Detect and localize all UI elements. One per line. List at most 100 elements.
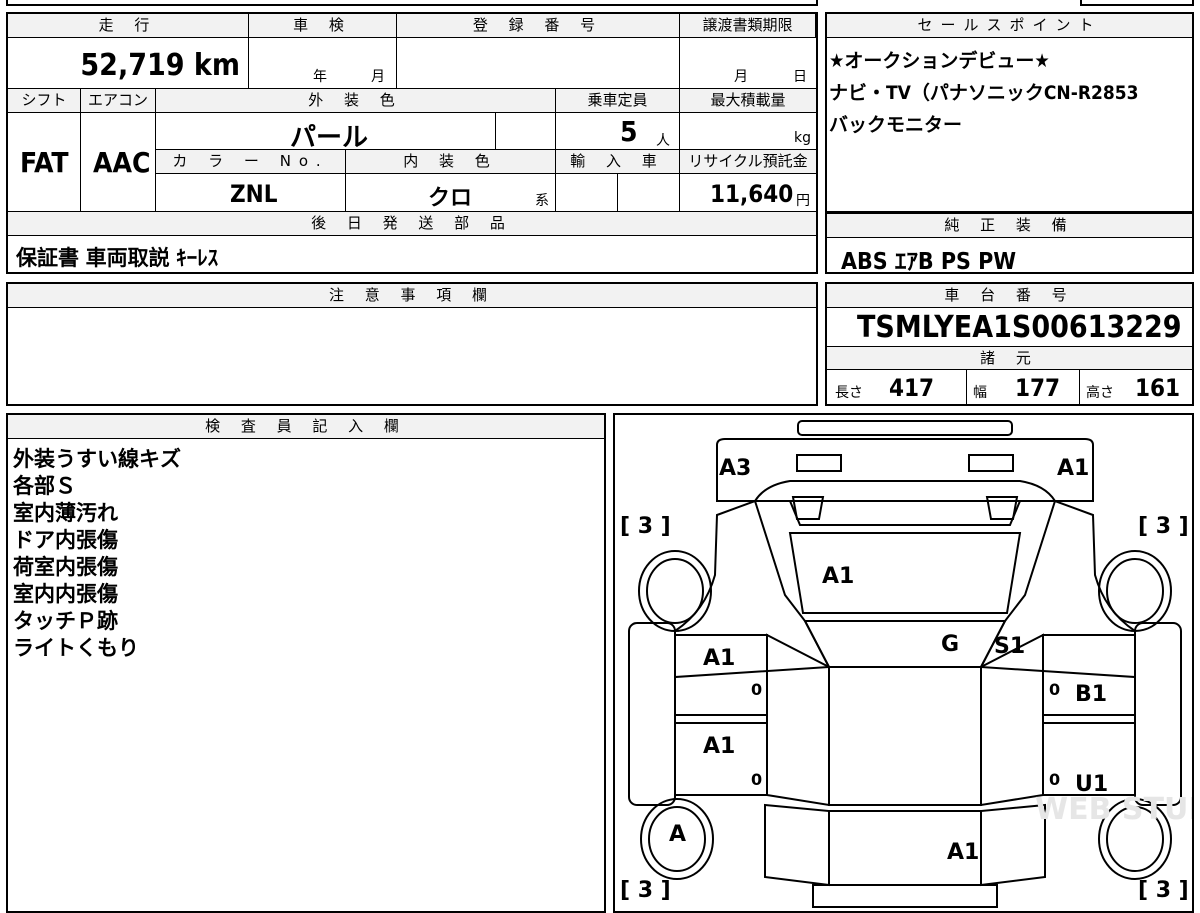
zero-mark-1: 0 [751, 680, 762, 699]
front-left-door-code: A1 [703, 646, 735, 671]
damage-diagram-box: WEB STUDIO PRO A3 A1 A1 G S1 A1 A1 B1 U1… [613, 413, 1194, 913]
rear-bumper-shape [812, 884, 998, 908]
width-label: 幅 [973, 385, 987, 401]
inspector-note-6: 室内内張傷 [13, 582, 118, 606]
front-plate-shape [797, 420, 1013, 436]
tread-rear-left: [ 3 ] [620, 878, 671, 903]
import-cell-b [618, 174, 680, 212]
aircon-label: エアコン [81, 89, 156, 113]
inspection-year: 年 [313, 69, 327, 85]
color-no-label: カ ラ ー No. [156, 150, 346, 174]
transfer-day: 日 [793, 69, 807, 85]
zero-mark-2: 0 [751, 770, 762, 789]
bumper-left-code: A3 [719, 456, 751, 481]
capacity-label: 乗車定員 [556, 89, 680, 113]
recycle-unit: 円 [796, 193, 810, 209]
grille-shape [789, 500, 1021, 526]
chassis-no-value: TSMLYEA1S00613229 [857, 310, 1182, 345]
color-no-value: ZNL [230, 180, 278, 208]
sales-points-label: セールスポイント [827, 14, 1192, 38]
tread-rear-right: [ 3 ] [1138, 878, 1189, 903]
front-right-door-extra-code: B1 [1075, 682, 1107, 707]
mileage-value: 52,719 km [80, 48, 240, 83]
sales-point-3: バックモニター [829, 114, 963, 136]
rear-left-door-code: A1 [703, 734, 735, 759]
left-pillar-shape [766, 633, 830, 807]
pillar-code: S1 [994, 634, 1025, 659]
specs-label: 諸 元 [827, 346, 1192, 370]
front-bumper-shape [716, 438, 1094, 502]
left-front-fender-shape [674, 499, 831, 679]
bumper-right-code: A1 [1057, 456, 1089, 481]
height-label: 高さ [1086, 385, 1114, 401]
rear-right-door-code: U1 [1075, 772, 1108, 797]
mileage-label: 走 行 [8, 14, 249, 38]
max-load-unit: kg [794, 130, 811, 146]
capacity-unit: 人 [656, 133, 670, 149]
sales-point-1: ★オークションデビュー★ [829, 50, 1050, 72]
zero-mark-4: 0 [1049, 770, 1060, 789]
deferred-parts-label: 後 日 発 送 部 品 [8, 212, 816, 236]
width-value: 177 [1015, 374, 1061, 402]
right-pillar-shape [980, 633, 1044, 807]
sales-points-box: セールスポイント ★オークションデビュー★ ナビ・TV（パナソニックCN-R28… [825, 12, 1194, 213]
top-strip [6, 0, 818, 6]
rear-left-wheel-code: A [669, 822, 686, 847]
exterior-color-label: 外 装 色 [156, 89, 556, 113]
transfer-month: 月 [734, 69, 748, 85]
watermark: WEB STUDIO PRO [1035, 792, 1192, 827]
tread-front-left: [ 3 ] [620, 514, 671, 539]
front-right-wheel-shape [1098, 550, 1172, 632]
exterior-color-value: パール [290, 123, 369, 153]
roof-shape [828, 666, 982, 806]
right-step-shape [1134, 622, 1182, 806]
zero-mark-3: 0 [1049, 680, 1060, 699]
import-cell-a [556, 174, 618, 212]
interior-color-value: クロ [428, 186, 473, 211]
genuine-equipment-value: ABS ｴｱB PS PW [841, 249, 1017, 275]
genuine-equipment-box: 純 正 装 備 ABS ｴｱB PS PW [825, 212, 1194, 275]
sales-point-2: ナビ・TV（パナソニックCN-R2853 [829, 82, 1139, 104]
left-step-shape [628, 622, 676, 806]
registration-cell [397, 38, 680, 89]
recycle-label: リサイクル預託金 [680, 150, 816, 174]
top-strip-right [1080, 0, 1194, 6]
inspection-label: 車 検 [249, 14, 397, 38]
shift-value: FAT [20, 146, 69, 179]
hood-code: A1 [822, 564, 854, 589]
recycle-fee-value: 11,640 [710, 180, 794, 208]
deferred-parts-value: 保証書 車両取説 ｷｰﾚｽ [16, 246, 219, 270]
inspector-note-5: 荷室内張傷 [13, 555, 118, 579]
left-rear-quarter-shape [764, 803, 830, 887]
chassis-specs-box: 車 台 番 号 TSMLYEA1S00613229 諸 元 長さ 417 幅 1… [825, 282, 1194, 406]
inspector-note-1: 外装うすい線キズ [13, 447, 181, 471]
front-left-wheel-shape [638, 550, 712, 632]
shift-label: シフト [8, 89, 81, 113]
inspector-note-3: 室内薄汚れ [13, 501, 118, 525]
notes-box: 注 意 事 項 欄 [6, 282, 818, 406]
import-label: 輸 入 車 [556, 150, 680, 174]
inspection-month: 月 [371, 69, 385, 85]
aircon-value: AAC [93, 146, 151, 179]
windshield-shape [803, 620, 1007, 668]
car-diagram: WEB STUDIO PRO A3 A1 A1 G S1 A1 A1 B1 U1… [620, 420, 1192, 908]
inspector-label: 検 査 員 記 入 欄 [8, 415, 604, 439]
registration-label: 登 録 番 号 [397, 14, 680, 38]
rear-code: A1 [947, 840, 979, 865]
max-load-label: 最大積載量 [680, 89, 816, 113]
length-value: 417 [889, 374, 935, 402]
genuine-equipment-label: 純 正 装 備 [827, 214, 1192, 238]
interior-color-suffix: 系 [535, 193, 549, 209]
capacity-value: 5 [620, 115, 638, 148]
exterior-color-extra-cell [496, 113, 556, 150]
inspector-note-2: 各部Ｓ [13, 474, 76, 498]
tread-front-right: [ 3 ] [1138, 514, 1189, 539]
notes-label: 注 意 事 項 欄 [8, 284, 816, 308]
height-value: 161 [1135, 374, 1181, 402]
inspector-notes-box: 検 査 員 記 入 欄 外装うすい線キズ 各部Ｓ 室内薄汚れ ドア内張傷 荷室内… [6, 413, 606, 913]
length-label: 長さ [835, 385, 863, 401]
chassis-no-label: 車 台 番 号 [827, 284, 1192, 308]
interior-color-label: 内 装 色 [346, 150, 556, 174]
vehicle-info-grid: 走 行 車 検 登 録 番 号 譲渡書類期限 52,719 km 年 月 月 日… [6, 12, 818, 274]
transfer-deadline-label: 譲渡書類期限 [680, 14, 816, 38]
